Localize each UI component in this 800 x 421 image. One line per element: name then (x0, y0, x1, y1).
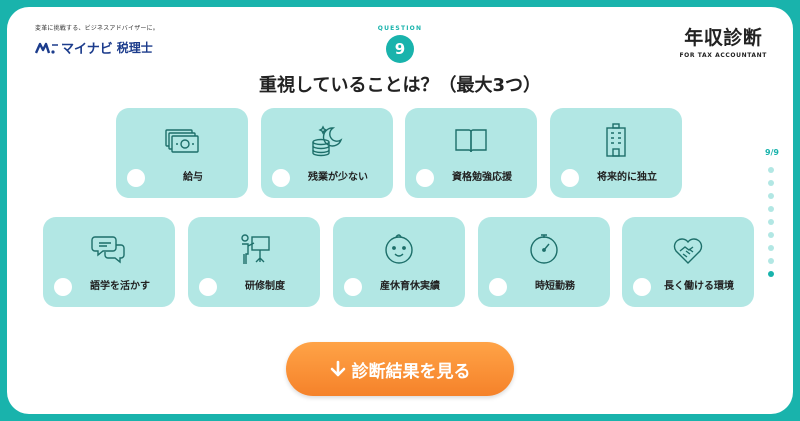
main-frame: 変革に挑戦する、ビジネスアドバイザーに。 マイナビ 税理士 QUESTION 9… (7, 7, 793, 414)
progress-dot (768, 193, 774, 199)
view-results-label: 診断結果を見る (351, 361, 471, 382)
option-qualification-support[interactable]: 資格勉強応援 (405, 108, 537, 198)
brand-title: 年収診断 (684, 27, 763, 49)
option-radio[interactable] (54, 278, 72, 296)
option-long-term-environment[interactable]: 長く働ける環境 (622, 217, 754, 307)
option-short-hours[interactable]: 時短勤務 (478, 217, 610, 307)
option-less-overtime[interactable]: 残業が少ない (261, 108, 393, 198)
handshake-heart-icon (673, 238, 703, 264)
progress-dot (768, 167, 774, 173)
option-salary[interactable]: 給与 (116, 108, 248, 198)
option-training-system[interactable]: 研修制度 (188, 217, 320, 307)
logo-name: マイナビ (61, 42, 113, 57)
brand-subtitle: FOR TAX ACCOUNTANT (679, 52, 767, 59)
option-label: 時短勤務 (535, 281, 575, 292)
option-radio[interactable] (127, 169, 145, 187)
progress-counter: 9/9 (764, 148, 779, 157)
progress-dot-current (768, 271, 774, 277)
money-icon (165, 129, 199, 153)
option-maternity-leave[interactable]: 産休育休実績 (333, 217, 465, 307)
logo-sub: 税理士 (116, 41, 153, 55)
progress-dot (768, 219, 774, 225)
baby-icon (385, 234, 413, 264)
option-label: 将来的に独立 (597, 172, 657, 183)
option-radio[interactable] (344, 278, 362, 296)
building-icon (606, 123, 626, 157)
clock-icon (530, 234, 558, 264)
option-radio[interactable] (489, 278, 507, 296)
option-radio[interactable] (416, 169, 434, 187)
option-future-independence[interactable]: 将来的に独立 (550, 108, 682, 198)
question-number-badge: 9 (386, 35, 414, 63)
book-icon (455, 129, 487, 153)
progress-dot (768, 245, 774, 251)
option-radio[interactable] (633, 278, 651, 296)
presentation-icon (241, 234, 270, 264)
option-radio[interactable] (272, 169, 290, 187)
option-radio[interactable] (199, 278, 217, 296)
option-radio[interactable] (561, 169, 579, 187)
progress-dots (768, 167, 774, 284)
progress-dot (768, 180, 774, 186)
option-language-skills[interactable]: 語学を活かす (43, 217, 175, 307)
option-label: 残業が少ない (308, 172, 368, 183)
speech-bubbles-icon (91, 236, 125, 264)
option-label: 長く働ける環境 (664, 281, 734, 292)
mynavi-mark-icon (35, 42, 58, 54)
progress-dot (768, 232, 774, 238)
brand-logo: 年収診断 FOR TAX ACCOUNTANT (679, 23, 767, 59)
question-label: QUESTION (377, 25, 423, 32)
view-results-button[interactable]: 診断結果を見る (286, 342, 514, 396)
moon-coins-icon (312, 125, 343, 157)
progress-dot (768, 206, 774, 212)
question-text: 重視していることは？（最大3つ） (259, 75, 541, 96)
arrow-down-icon (330, 360, 345, 377)
option-label: 給与 (183, 172, 203, 183)
option-label: 研修制度 (245, 281, 285, 292)
progress-dot (768, 258, 774, 264)
option-label: 産休育休実績 (380, 281, 440, 292)
option-label: 資格勉強応援 (452, 172, 512, 183)
option-label: 語学を活かす (90, 281, 150, 292)
